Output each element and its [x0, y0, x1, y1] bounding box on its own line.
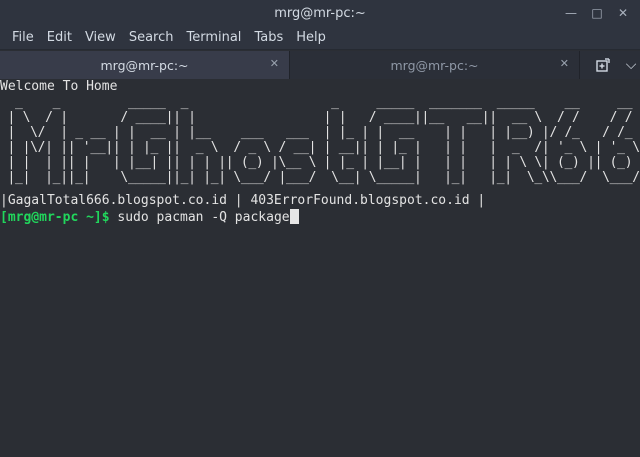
menu-terminal[interactable]: Terminal [180, 26, 247, 50]
tab-bar: mrg@mr-pc:~ ✕ mrg@mr-pc:~ ✕ ⌵ [0, 51, 640, 79]
links-line: |GagalTotal666.blogspot.co.id | 403Error… [0, 193, 486, 208]
window-title: mrg@mr-pc:~ [274, 5, 366, 21]
window-titlebar: mrg@mr-pc:~ — □ ✕ [0, 0, 640, 26]
ascii-banner-line: | \/ | _ __ | | __ | |__ ___ ___ | |_ | … [0, 125, 640, 140]
tab-2-close-icon[interactable]: ✕ [560, 57, 569, 70]
menu-bar: File Edit View Search Terminal Tabs Help [0, 26, 640, 50]
maximize-icon[interactable]: □ [588, 4, 606, 22]
menu-view[interactable]: View [79, 26, 122, 50]
menu-edit[interactable]: Edit [41, 26, 78, 50]
ascii-banner-line: |_| |_||_| \_____||_| |_| \___/ |___/ \_… [0, 170, 640, 185]
terminal-output[interactable]: Welcome To Home _ _ _____ _ _ _____ ____… [0, 79, 640, 457]
menu-tabs[interactable]: Tabs [248, 26, 289, 50]
ascii-banner-line: | \ / | / ____|| | | | / ____||__ __|| _… [0, 110, 640, 125]
minimize-icon[interactable]: — [562, 4, 580, 22]
ascii-banner-line: | |\/| || '__|| | |_ || _ \ / _ \ / __| … [0, 140, 640, 155]
tab-2-label: mrg@mr-pc:~ [390, 57, 479, 73]
typed-command: sudo pacman -Q package [109, 210, 290, 225]
window-controls: — □ ✕ [562, 4, 632, 22]
menu-help[interactable]: Help [290, 26, 332, 50]
tab-1-label: mrg@mr-pc:~ [100, 57, 189, 73]
text-cursor [289, 209, 299, 224]
tab-1-close-icon[interactable]: ✕ [270, 57, 279, 70]
ascii-banner-line: | | | || | | |__| || | | || (_) |\__ \ |… [0, 155, 640, 170]
tab-list-chevron-down-icon[interactable]: ⌵ [622, 56, 640, 74]
tab-1[interactable]: mrg@mr-pc:~ ✕ [0, 51, 290, 79]
prompt-line: [mrg@mr-pc ~]$ sudo pacman -Q package [0, 209, 640, 225]
tab-tools: ⌵ [580, 51, 640, 79]
close-icon[interactable]: ✕ [614, 4, 632, 22]
menu-search[interactable]: Search [123, 26, 180, 50]
ascii-banner: _ _ _____ _ _ _____ _______ _____ __ __ … [0, 95, 640, 185]
new-tab-icon[interactable] [594, 56, 612, 74]
welcome-line: Welcome To Home [0, 79, 118, 94]
new-tab-glyph [596, 58, 610, 72]
shell-prompt: [mrg@mr-pc ~]$ [0, 210, 110, 225]
ascii-banner-line: _ _ _____ _ _ _____ _______ _____ __ __ … [0, 95, 640, 110]
menu-file[interactable]: File [6, 26, 40, 50]
tab-2[interactable]: mrg@mr-pc:~ ✕ [290, 51, 580, 79]
